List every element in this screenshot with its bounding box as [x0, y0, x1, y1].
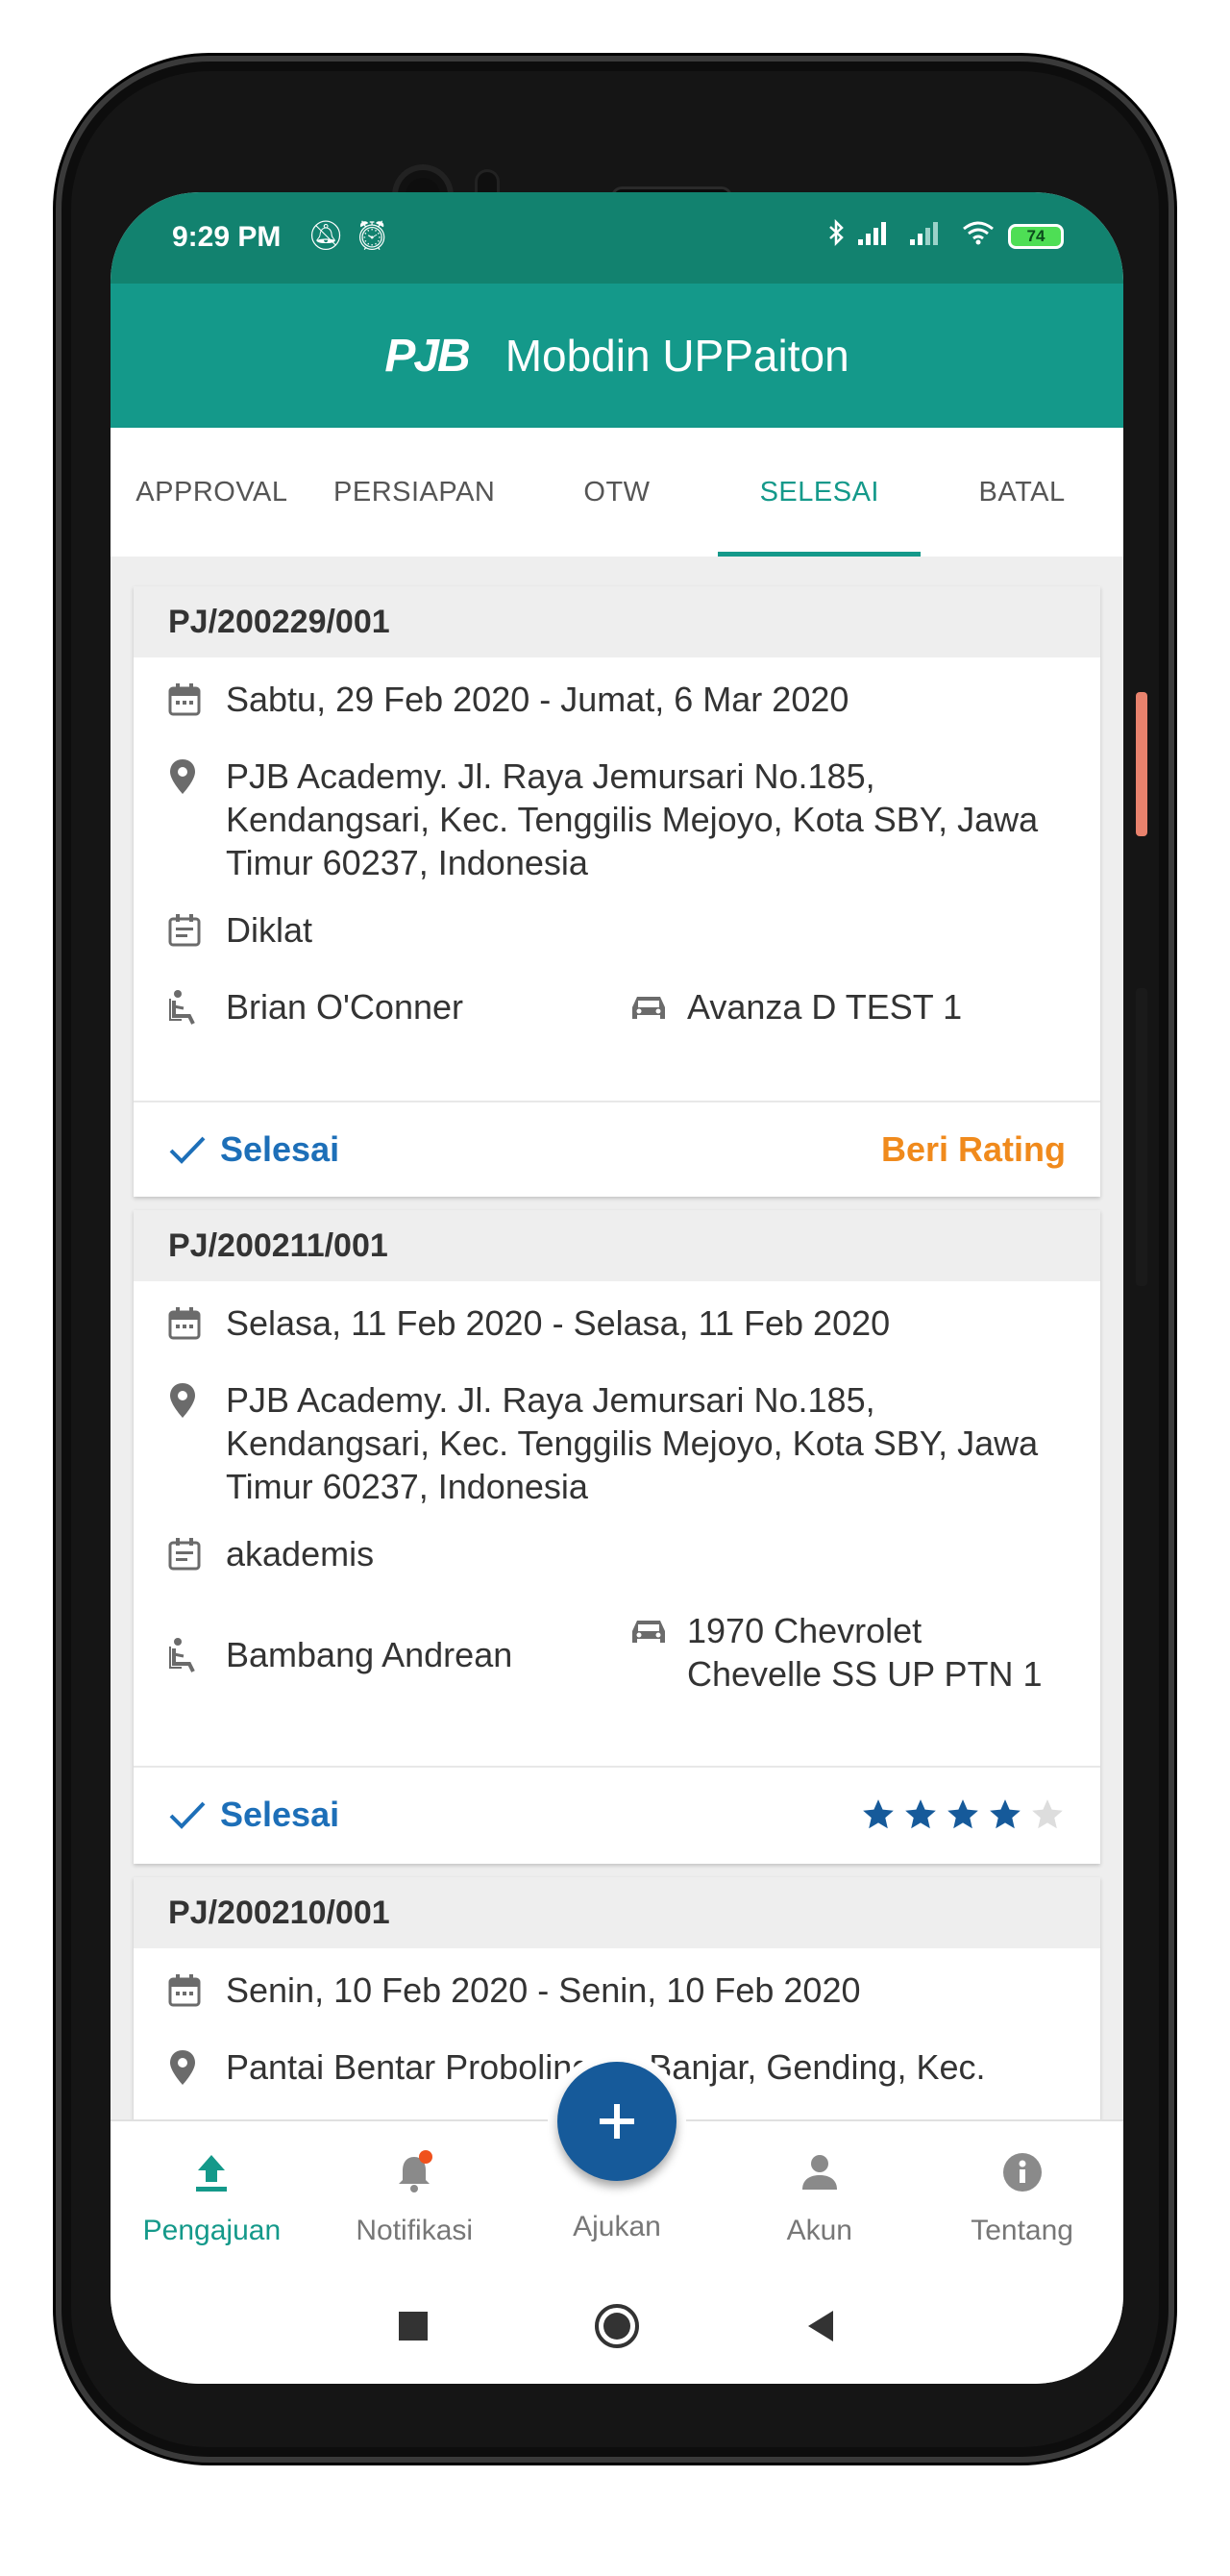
tab-approval[interactable]: APPROVAL	[111, 428, 313, 557]
star-filled-icon	[863, 1799, 894, 1829]
car-icon	[629, 1609, 670, 1652]
driver-row: Brian O'Conner	[168, 985, 629, 1028]
driver-row: Bambang Andrean	[168, 1633, 629, 1676]
location-address: PJB Academy. Jl. Raya Jemursari No.185, …	[226, 1380, 1039, 1506]
star-filled-icon	[905, 1799, 936, 1829]
date-row: Selasa, 11 Feb 2020 - Selasa, 11 Feb 202…	[168, 1301, 1071, 1345]
tab-batal[interactable]: BATAL	[921, 428, 1123, 557]
vehicle-row: Avanza D TEST 1	[629, 985, 1091, 1028]
status-bar: 9:29 PM 🔕︎⏰︎ 74	[111, 192, 1123, 284]
car-icon	[629, 985, 670, 1028]
star-filled-icon	[990, 1799, 1021, 1829]
date-range: Selasa, 11 Feb 2020 - Selasa, 11 Feb 202…	[226, 1303, 891, 1343]
nav-label: Notifikasi	[356, 2215, 474, 2246]
seated-person-icon	[168, 1633, 209, 1676]
pjb-logo: PJB	[384, 330, 470, 382]
info-icon	[999, 2149, 1046, 2203]
status-done: Selesai	[168, 1129, 339, 1170]
add-icon	[600, 2104, 634, 2139]
home-button[interactable]	[593, 2302, 641, 2355]
add-request-button[interactable]	[557, 2062, 676, 2181]
tab-selesai[interactable]: SELESAI	[718, 428, 921, 557]
date-range: Sabtu, 29 Feb 2020 - Jumat, 6 Mar 2020	[226, 680, 849, 719]
seated-person-icon	[168, 985, 209, 1028]
signal-secondary-icon	[910, 220, 948, 252]
give-rating-button[interactable]: Beri Rating	[881, 1129, 1066, 1170]
card-footer: Selesai Beri Rating	[134, 1101, 1100, 1197]
location-pin-icon	[168, 1378, 209, 1422]
alarm-clock-icon: ⏰︎	[354, 220, 401, 252]
location-pin-icon	[168, 2045, 209, 2089]
app-bar: PJB Mobdin UPPaiton	[111, 284, 1123, 428]
calendar-icon	[168, 1301, 209, 1345]
request-list[interactable]: PJ/200229/001 Sabtu, 29 Feb 2020 - Jumat…	[111, 557, 1123, 2119]
trip-purpose: akademis	[226, 1534, 375, 1573]
check-icon	[169, 1801, 206, 1829]
location-address: PJB Academy. Jl. Raya Jemursari No.185, …	[226, 756, 1039, 882]
back-button[interactable]	[804, 2309, 837, 2348]
vehicle-name: Avanza D TEST 1	[687, 987, 963, 1027]
nav-label: Pengajuan	[142, 2215, 282, 2246]
tab-persiapan[interactable]: PERSIAPAN	[313, 428, 516, 557]
system-navigation-bar	[111, 2273, 1123, 2384]
location-pin-icon	[168, 755, 209, 798]
location-row: PJB Academy. Jl. Raya Jemursari No.185, …	[168, 755, 1071, 884]
volume-button	[1136, 692, 1147, 836]
power-button	[1136, 988, 1147, 1286]
request-id: PJ/200210/001	[134, 1877, 1100, 1948]
purpose-row: akademis	[168, 1532, 1071, 1575]
star-empty-icon	[1032, 1799, 1063, 1829]
star-filled-icon	[947, 1799, 978, 1829]
vehicle-row: 1970 Chevrolet Chevelle SS UP PTN 1	[629, 1609, 1091, 1696]
nav-label: Akun	[786, 2215, 852, 2246]
wifi-icon	[962, 220, 995, 252]
nav-notifikasi[interactable]: Notifikasi	[313, 2121, 516, 2275]
purpose-row: Diklat	[168, 908, 1071, 952]
battery-icon: 74	[1008, 223, 1064, 249]
status-label: Selesai	[220, 1129, 340, 1169]
request-card[interactable]: PJ/200211/001 Selasa, 11 Feb 2020 - Sela…	[134, 1210, 1100, 1864]
alarm-off-icon: 🔕︎	[308, 220, 355, 252]
nav-pengajuan[interactable]: Pengajuan	[111, 2121, 313, 2275]
person-icon	[797, 2149, 843, 2203]
nav-tentang[interactable]: Tentang	[921, 2121, 1123, 2275]
request-id: PJ/200229/001	[134, 586, 1100, 657]
upload-icon	[188, 2149, 234, 2203]
driver-name: Brian O'Conner	[226, 987, 463, 1027]
date-range: Senin, 10 Feb 2020 - Senin, 10 Feb 2020	[226, 1970, 861, 2010]
nav-label: Tentang	[971, 2215, 1073, 2246]
tab-otw[interactable]: OTW	[516, 428, 719, 557]
request-card[interactable]: PJ/200229/001 Sabtu, 29 Feb 2020 - Jumat…	[134, 586, 1100, 1197]
calendar-icon	[168, 678, 209, 721]
date-row: Sabtu, 29 Feb 2020 - Jumat, 6 Mar 2020	[168, 678, 1071, 721]
nav-label: Ajukan	[573, 2211, 661, 2242]
request-id: PJ/200211/001	[134, 1210, 1100, 1281]
nav-akun[interactable]: Akun	[718, 2121, 921, 2275]
trip-purpose: Diklat	[226, 910, 313, 950]
event-note-icon	[168, 908, 209, 952]
signal-icon	[858, 220, 897, 252]
status-label: Selesai	[220, 1795, 340, 1834]
vehicle-name-line1: 1970 Chevrolet	[687, 1611, 922, 1650]
status-done: Selesai	[168, 1795, 339, 1835]
calendar-icon	[168, 1969, 209, 2012]
card-footer: Selesai	[134, 1766, 1100, 1862]
tab-bar: APPROVAL PERSIAPAN OTW SELESAI BATAL	[111, 428, 1123, 557]
vehicle-name-line2: Chevelle SS UP PTN 1	[687, 1654, 1043, 1694]
event-note-icon	[168, 1532, 209, 1575]
bell-icon	[391, 2149, 437, 2203]
check-icon	[169, 1136, 206, 1164]
app-title: Mobdin UPPaiton	[504, 331, 849, 381]
status-time: 9:29 PM	[172, 221, 282, 253]
driver-name: Bambang Andrean	[226, 1635, 513, 1674]
date-row: Senin, 10 Feb 2020 - Senin, 10 Feb 2020	[168, 1969, 1071, 2012]
bluetooth-icon	[827, 218, 845, 253]
recents-button[interactable]	[397, 2310, 430, 2347]
rating-stars	[860, 1796, 1066, 1833]
location-row: PJB Academy. Jl. Raya Jemursari No.185, …	[168, 1378, 1071, 1508]
phone-screen: 9:29 PM 🔕︎⏰︎ 74 PJB Mobdin UPPaiton APPR…	[111, 192, 1123, 2384]
